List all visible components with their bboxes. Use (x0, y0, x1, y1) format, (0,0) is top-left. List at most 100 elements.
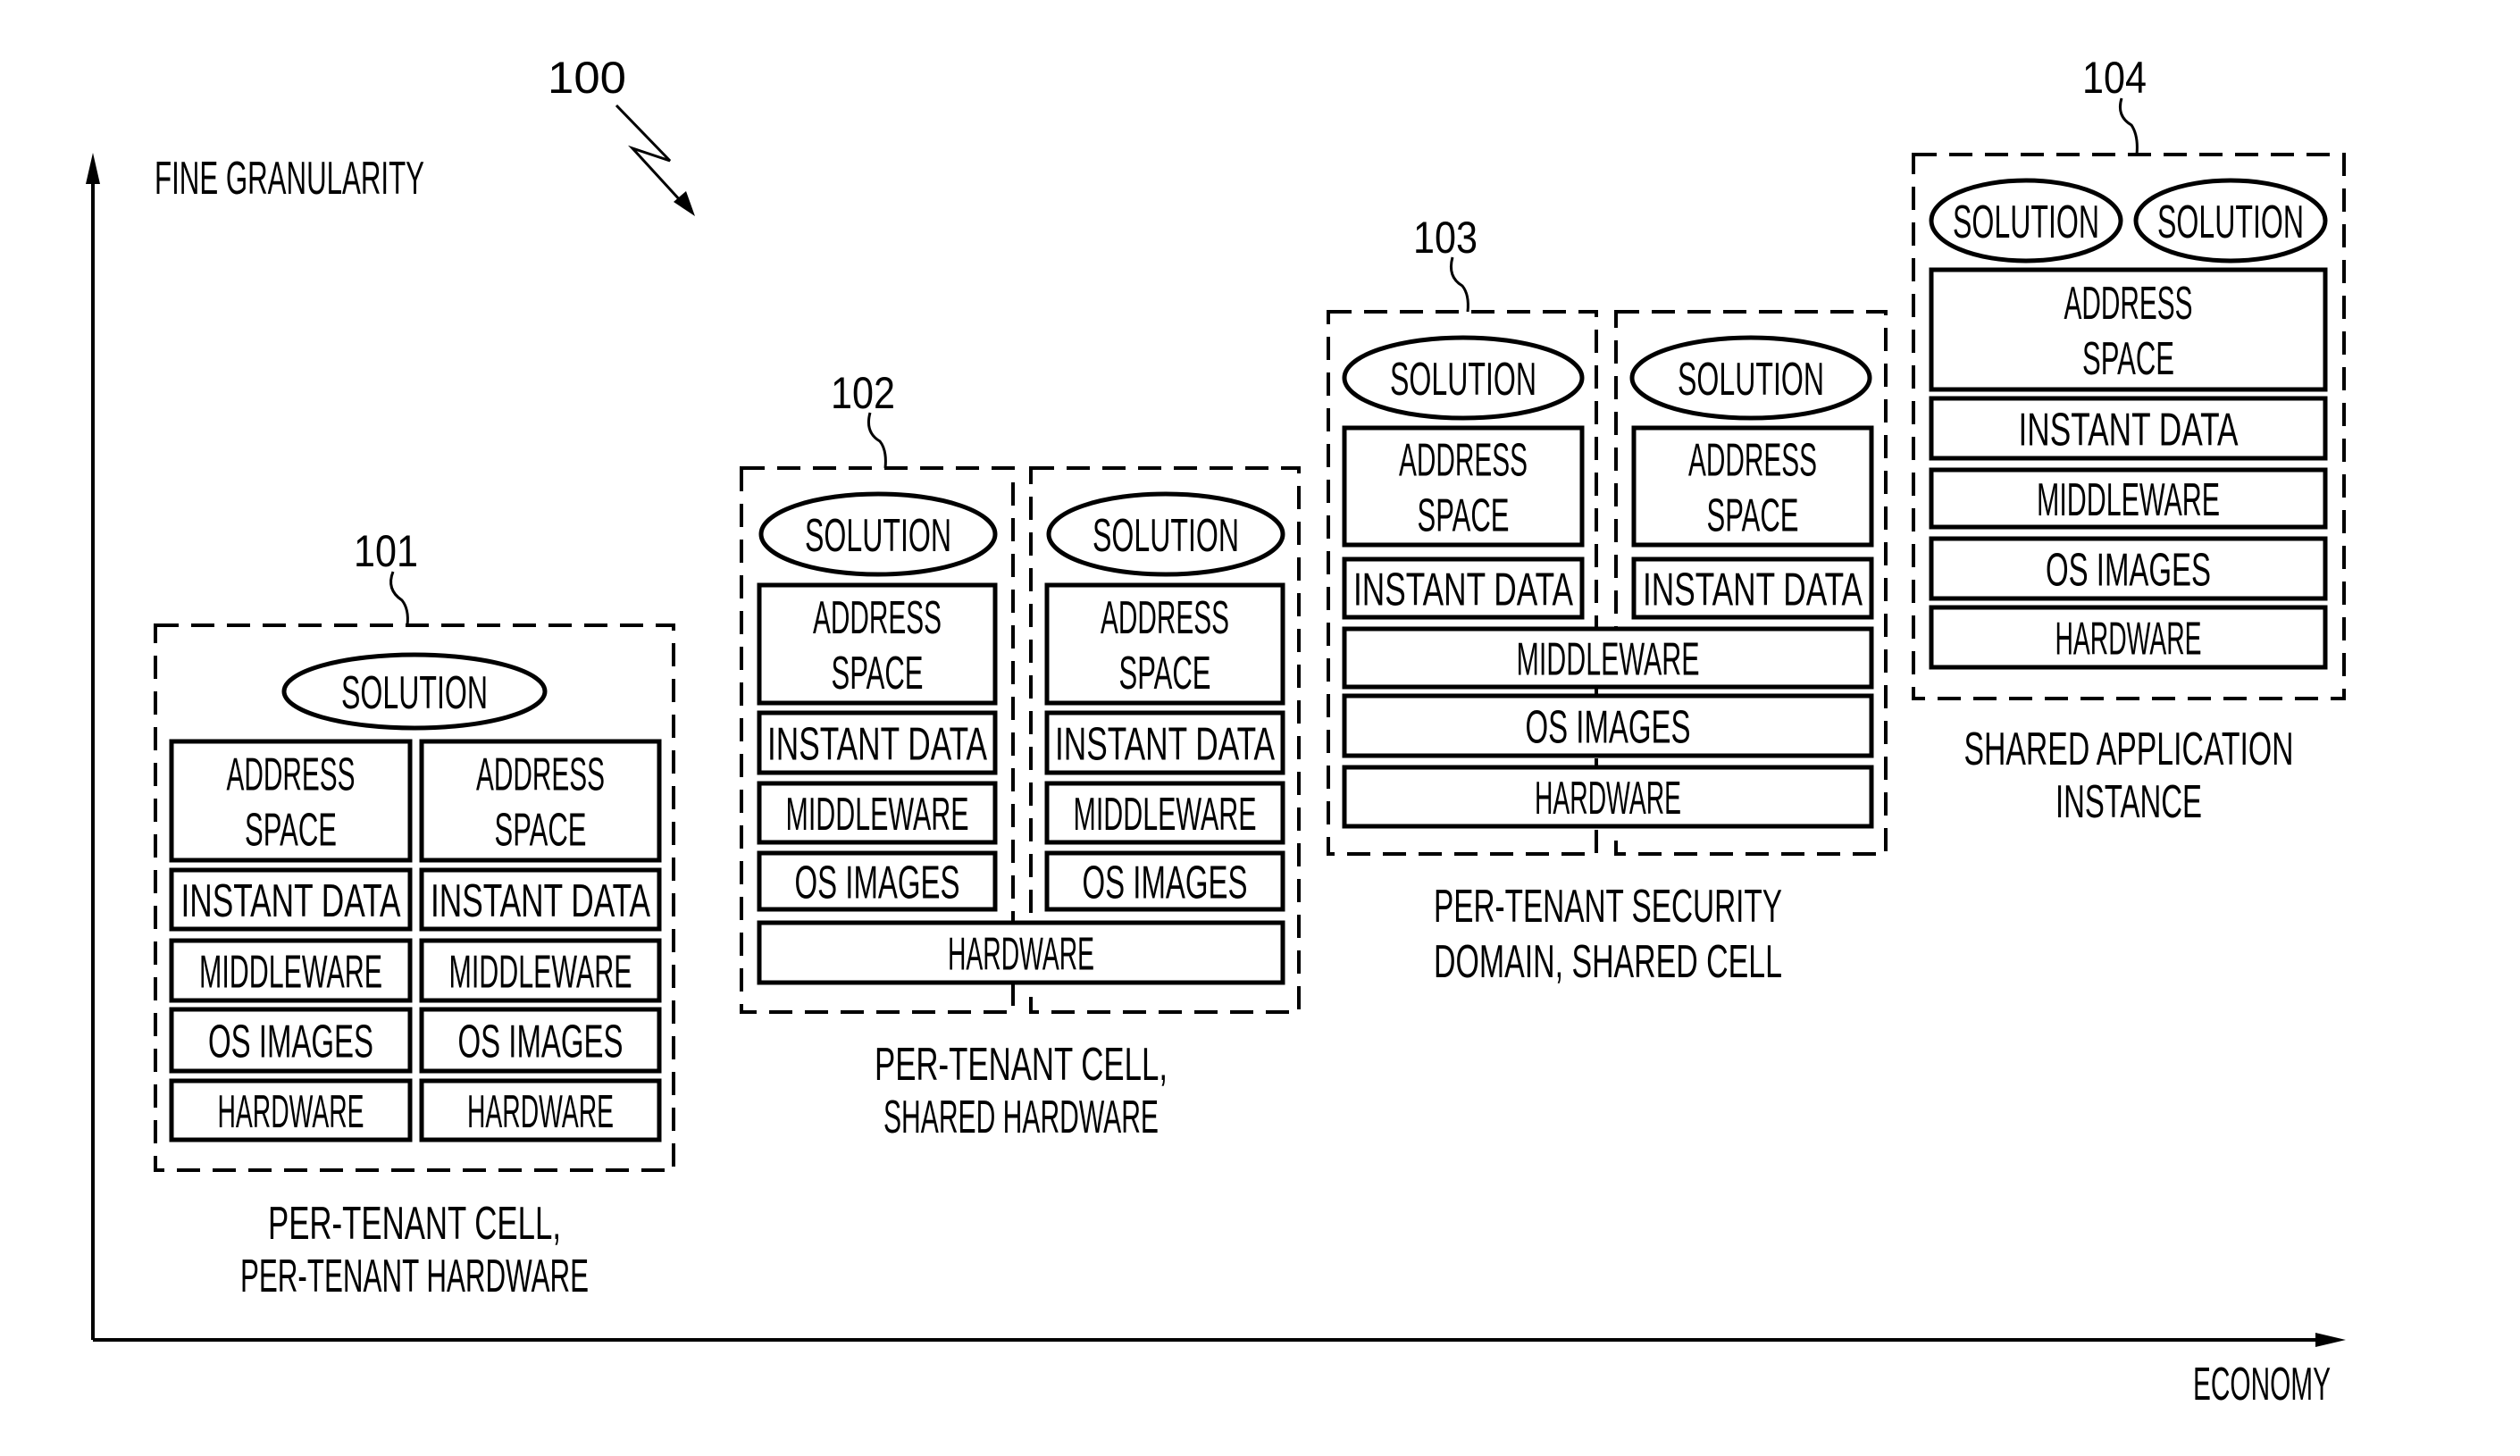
y-axis-arrowhead (86, 153, 100, 184)
address-space-label-line1: ADDRESS (1101, 592, 1229, 644)
instant-data-label: INSTANT DATA (2019, 405, 2239, 456)
solution-node: SOLUTION (2133, 178, 2328, 264)
address-space-label-line2: SPACE (1418, 490, 1510, 542)
os-images-layer: OS IMAGES (757, 850, 998, 912)
address-space-layer: ADDRESSSPACE (169, 739, 413, 863)
hardware-layer: HARDWARE (757, 920, 1285, 985)
os-images-layer: OS IMAGES (1342, 693, 1874, 758)
middleware-label: MIDDLEWARE (2037, 474, 2220, 526)
instant-data-layer: INSTANT DATA (169, 867, 413, 932)
figure-reference: 100 (548, 53, 695, 216)
address-space-label-line2: SPACE (1707, 490, 1799, 542)
panel-caption-line2: DOMAIN, SHARED CELL (1434, 936, 1782, 988)
panel-reference-number: 103 (1413, 213, 1478, 263)
x-axis-label: ECONOMY (2193, 1359, 2331, 1410)
reference-leader-line (867, 412, 887, 469)
instant-data-label: INSTANT DATA (181, 875, 401, 927)
middleware-label: MIDDLEWARE (449, 947, 632, 999)
solution-label: SOLUTION (1093, 510, 1239, 562)
middleware-layer: MIDDLEWARE (169, 938, 413, 1003)
panel-103: 103SOLUTION SOLUTIONADDRESSSPACEADDRESSSP… (1327, 213, 1888, 988)
hardware-label: HARDWARE (2055, 614, 2202, 665)
middleware-layer: MIDDLEWARE (1044, 781, 1285, 845)
address-space-label-line2: SPACE (1119, 648, 1211, 699)
os-images-layer: OS IMAGES (1929, 536, 2328, 601)
panel-101: 101SOLUTIONADDRESSSPACEADDRESSSPACEINSTA… (154, 526, 675, 1302)
figure-reference-arrow (615, 104, 682, 203)
address-space-label-line2: SPACE (495, 805, 587, 857)
panel-reference-number: 102 (831, 368, 895, 418)
panel-caption-line1: PER-TENANT CELL, (875, 1039, 1168, 1091)
address-space-label-line2: SPACE (832, 648, 924, 699)
panel-caption-line2: INSTANCE (2055, 776, 2202, 828)
address-space-layer: ADDRESSSPACE (1631, 425, 1874, 548)
panel-104: 104 SOLUTION SOLUTION ADDRESSSPACE INSTANT D… (1912, 53, 2346, 828)
instant-data-label: INSTANT DATA (431, 875, 650, 927)
instant-data-label: INSTANT DATA (767, 719, 987, 771)
middleware-label: MIDDLEWARE (786, 789, 969, 841)
tenancy-models-diagram: FINE GRANULARITY ECONOMY 100 101 SOLUTION… (86, 53, 2346, 1410)
instant-data-layer: INSTANT DATA (1929, 396, 2328, 461)
figure-reference-number: 100 (548, 53, 626, 103)
panel-caption-line1: PER-TENANT SECURITY (1434, 881, 1782, 933)
panel-caption-line2: PER-TENANT HARDWARE (240, 1251, 589, 1302)
address-space-label-line1: ADDRESS (1688, 435, 1817, 487)
solution-node: SOLUTION (281, 652, 548, 731)
os-images-label: OS IMAGES (1526, 702, 1691, 754)
hardware-layer: HARDWARE (419, 1078, 662, 1142)
os-images-label: OS IMAGES (795, 858, 960, 909)
address-space-layer: ADDRESSSPACE (1929, 267, 2328, 392)
reference-leader-line (389, 571, 409, 626)
hardware-label: HARDWARE (467, 1086, 614, 1138)
address-space-label-line1: ADDRESS (227, 749, 356, 801)
panel-102: 102SOLUTION SOLUTIONADDRESSSPACEADDRESSSP… (740, 368, 1301, 1143)
instant-data-layer: INSTANT DATA (1631, 556, 1874, 620)
middleware-label: MIDDLEWARE (1074, 789, 1257, 841)
address-space-label-line2: SPACE (2082, 333, 2174, 385)
panel-reference-number: 101 (354, 526, 418, 576)
address-space-layer: ADDRESSSPACE (1342, 425, 1585, 548)
hardware-layer: HARDWARE (169, 1078, 413, 1142)
middleware-layer: MIDDLEWARE (419, 938, 662, 1003)
middleware-label: MIDDLEWARE (199, 947, 382, 999)
solution-label: SOLUTION (1953, 197, 2099, 248)
address-space-layer: ADDRESSSPACE (419, 739, 662, 863)
middleware-layer: MIDDLEWARE (757, 781, 998, 845)
address-space-label-line1: ADDRESS (813, 592, 942, 644)
solution-label: SOLUTION (805, 510, 951, 562)
instant-data-label: INSTANT DATA (1643, 565, 1863, 616)
solution-node: SOLUTION (1342, 335, 1585, 421)
address-space-label-line1: ADDRESS (1399, 435, 1528, 487)
os-images-label: OS IMAGES (1083, 858, 1248, 909)
hardware-layer: HARDWARE (1929, 605, 2328, 670)
solution-label: SOLUTION (341, 667, 488, 719)
os-images-label: OS IMAGES (458, 1017, 624, 1068)
hardware-label: HARDWARE (948, 929, 1094, 981)
address-space-label-line1: ADDRESS (2064, 278, 2193, 330)
hardware-layer: HARDWARE (1342, 765, 1874, 829)
instant-data-layer: INSTANT DATA (1044, 710, 1285, 775)
middleware-label: MIDDLEWARE (1517, 634, 1700, 686)
panel-caption-line1: SHARED APPLICATION (1964, 724, 2294, 775)
solution-label: SOLUTION (2157, 197, 2304, 248)
address-space-layer: ADDRESSSPACE (1044, 582, 1285, 706)
solution-node: SOLUTION (1046, 491, 1285, 577)
address-space-layer: ADDRESSSPACE (757, 582, 998, 706)
address-space-label-line2: SPACE (245, 805, 337, 857)
middleware-layer: MIDDLEWARE (1342, 626, 1874, 690)
instant-data-label: INSTANT DATA (1055, 719, 1275, 771)
instant-data-layer: INSTANT DATA (1342, 556, 1585, 620)
solution-node: SOLUTION (1929, 178, 2123, 264)
instant-data-layer: INSTANT DATA (757, 710, 998, 775)
panel-caption-line2: SHARED HARDWARE (883, 1092, 1159, 1143)
x-axis-arrowhead (2315, 1333, 2346, 1347)
os-images-layer: OS IMAGES (419, 1007, 662, 1074)
middleware-layer: MIDDLEWARE (1929, 467, 2328, 530)
hardware-label: HARDWARE (1535, 773, 1681, 824)
panel-caption-line1: PER-TENANT CELL, (268, 1198, 561, 1250)
os-images-layer: OS IMAGES (169, 1007, 413, 1074)
solution-label: SOLUTION (1390, 354, 1536, 406)
panels: 101SOLUTIONADDRESSSPACEADDRESSSPACEINSTA… (154, 53, 2346, 1302)
solution-node: SOLUTION (1629, 335, 1872, 421)
address-space-label-line1: ADDRESS (476, 749, 605, 801)
